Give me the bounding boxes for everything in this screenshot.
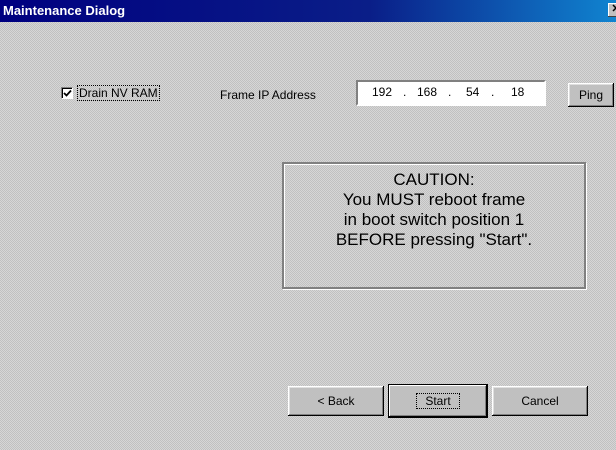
close-icon: ✕ xyxy=(611,3,616,15)
drain-nv-ram-option[interactable]: Drain NV RAM xyxy=(61,85,160,101)
ping-button[interactable]: Ping xyxy=(568,83,614,107)
caution-box: CAUTION: You MUST reboot frame in boot s… xyxy=(282,162,586,289)
window-title: Maintenance Dialog xyxy=(3,3,126,18)
ip-separator-2: . xyxy=(448,85,452,99)
ip-octet-2[interactable]: 168 xyxy=(417,85,437,99)
checkmark-icon xyxy=(63,89,72,97)
close-button[interactable]: ✕ xyxy=(608,3,616,17)
ip-separator-1: . xyxy=(403,85,407,99)
frame-ip-input[interactable]: 192 . 168 . 54 . 18 xyxy=(356,80,546,106)
ip-octet-3[interactable]: 54 xyxy=(466,85,479,99)
caution-heading: CAUTION: xyxy=(393,170,475,189)
start-button-label: Start xyxy=(416,393,460,409)
drain-nv-ram-label: Drain NV RAM xyxy=(77,85,160,101)
ip-octet-1[interactable]: 192 xyxy=(372,85,392,99)
ip-separator-3: . xyxy=(491,85,495,99)
cancel-button[interactable]: Cancel xyxy=(492,386,588,416)
back-button[interactable]: < Back xyxy=(288,386,384,416)
title-bar[interactable]: Maintenance Dialog ✕ xyxy=(0,0,616,22)
maintenance-dialog: Maintenance Dialog ✕ Drain NV RAM Frame … xyxy=(0,0,616,450)
start-button[interactable]: Start xyxy=(388,384,488,418)
drain-nv-ram-checkbox[interactable] xyxy=(61,87,73,99)
frame-ip-label: Frame IP Address xyxy=(220,88,316,102)
ip-octet-4[interactable]: 18 xyxy=(511,85,524,99)
caution-line-4: BEFORE pressing "Start". xyxy=(335,230,533,249)
caution-line-2: You MUST reboot frame xyxy=(342,190,526,209)
caution-line-3: in boot switch position 1 xyxy=(343,210,525,229)
